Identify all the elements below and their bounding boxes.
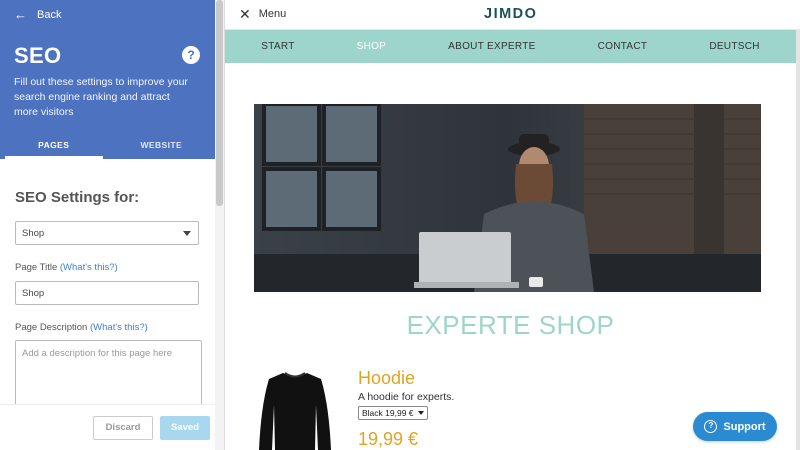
back-label: Back bbox=[37, 8, 62, 21]
tab-pages[interactable]: PAGES bbox=[0, 133, 108, 159]
saved-button[interactable]: Saved bbox=[160, 416, 210, 440]
page-title-input[interactable]: Shop bbox=[15, 281, 199, 305]
shop-title: EXPERTE SHOP bbox=[406, 310, 615, 340]
site-preview: ✕ Menu JIMDO START SHOP ABOUT EXPERTE CO… bbox=[225, 0, 800, 450]
caret-down-icon bbox=[417, 411, 424, 415]
nav-item-about[interactable]: ABOUT EXPERTE bbox=[417, 30, 566, 63]
nav-item-deutsch[interactable]: DEUTSCH bbox=[678, 30, 790, 63]
back-button[interactable]: ← Back bbox=[14, 8, 61, 21]
seo-panel: ← Back SEO ? Fill out these settings to … bbox=[0, 0, 225, 450]
whats-this-link-title[interactable]: (What's this?) bbox=[60, 262, 118, 273]
product-description: A hoodie for experts. bbox=[358, 391, 455, 403]
page-desc-label-row: Page Description (What's this?) bbox=[15, 322, 148, 333]
editor-topbar: ✕ Menu JIMDO bbox=[225, 0, 800, 30]
support-button[interactable]: ? Support bbox=[693, 412, 777, 441]
tab-website[interactable]: WEBSITE bbox=[108, 133, 216, 159]
nav-item-start[interactable]: START bbox=[230, 30, 325, 63]
panel-scrollbar-thumb[interactable] bbox=[216, 0, 223, 206]
settings-heading: SEO Settings for: bbox=[15, 189, 140, 206]
page-desc-label: Page Description bbox=[15, 322, 88, 333]
site-navigation: START SHOP ABOUT EXPERTE CONTACT DEUTSCH bbox=[225, 30, 796, 63]
nav-item-shop[interactable]: SHOP bbox=[326, 30, 418, 63]
page-select[interactable]: Shop bbox=[15, 221, 199, 245]
page-select-value: Shop bbox=[22, 228, 45, 239]
panel-description: Fill out these settings to improve your … bbox=[14, 76, 188, 118]
panel-scrollbar[interactable] bbox=[215, 0, 224, 450]
arrow-left-icon: ← bbox=[14, 7, 27, 22]
menu-label: Menu bbox=[258, 8, 287, 20]
support-label: Support bbox=[723, 420, 766, 433]
page-title-label-row: Page Title (What's this?) bbox=[15, 262, 118, 273]
hoodie-image[interactable] bbox=[255, 365, 335, 450]
caret-down-icon bbox=[183, 231, 191, 236]
close-icon: ✕ bbox=[239, 6, 251, 22]
product-name[interactable]: Hoodie bbox=[358, 368, 415, 389]
variant-select-value: Black 19,99 € bbox=[362, 408, 414, 418]
seo-panel-header: ← Back SEO ? Fill out these settings to … bbox=[0, 0, 215, 159]
menu-button[interactable]: ✕ Menu bbox=[239, 6, 287, 22]
seo-tabs: PAGES WEBSITE bbox=[0, 133, 215, 159]
nav-item-contact[interactable]: CONTACT bbox=[567, 30, 679, 63]
panel-footer: Discard Saved bbox=[0, 404, 215, 450]
page-title-label: Page Title bbox=[15, 262, 58, 273]
website-canvas: START SHOP ABOUT EXPERTE CONTACT DEUTSCH bbox=[225, 30, 796, 450]
hero-image bbox=[254, 104, 761, 292]
variant-select[interactable]: Black 19,99 € bbox=[358, 406, 428, 420]
panel-title: SEO bbox=[14, 43, 62, 68]
help-circle-icon: ? bbox=[704, 420, 718, 433]
preview-scrollbar[interactable] bbox=[796, 30, 800, 450]
help-icon[interactable]: ? bbox=[182, 46, 200, 64]
product-price: 19,99 € bbox=[358, 429, 419, 449]
discard-button[interactable]: Discard bbox=[93, 416, 153, 440]
jimdo-logo: JIMDO bbox=[484, 6, 538, 22]
whats-this-link-desc[interactable]: (What's this?) bbox=[90, 322, 148, 333]
